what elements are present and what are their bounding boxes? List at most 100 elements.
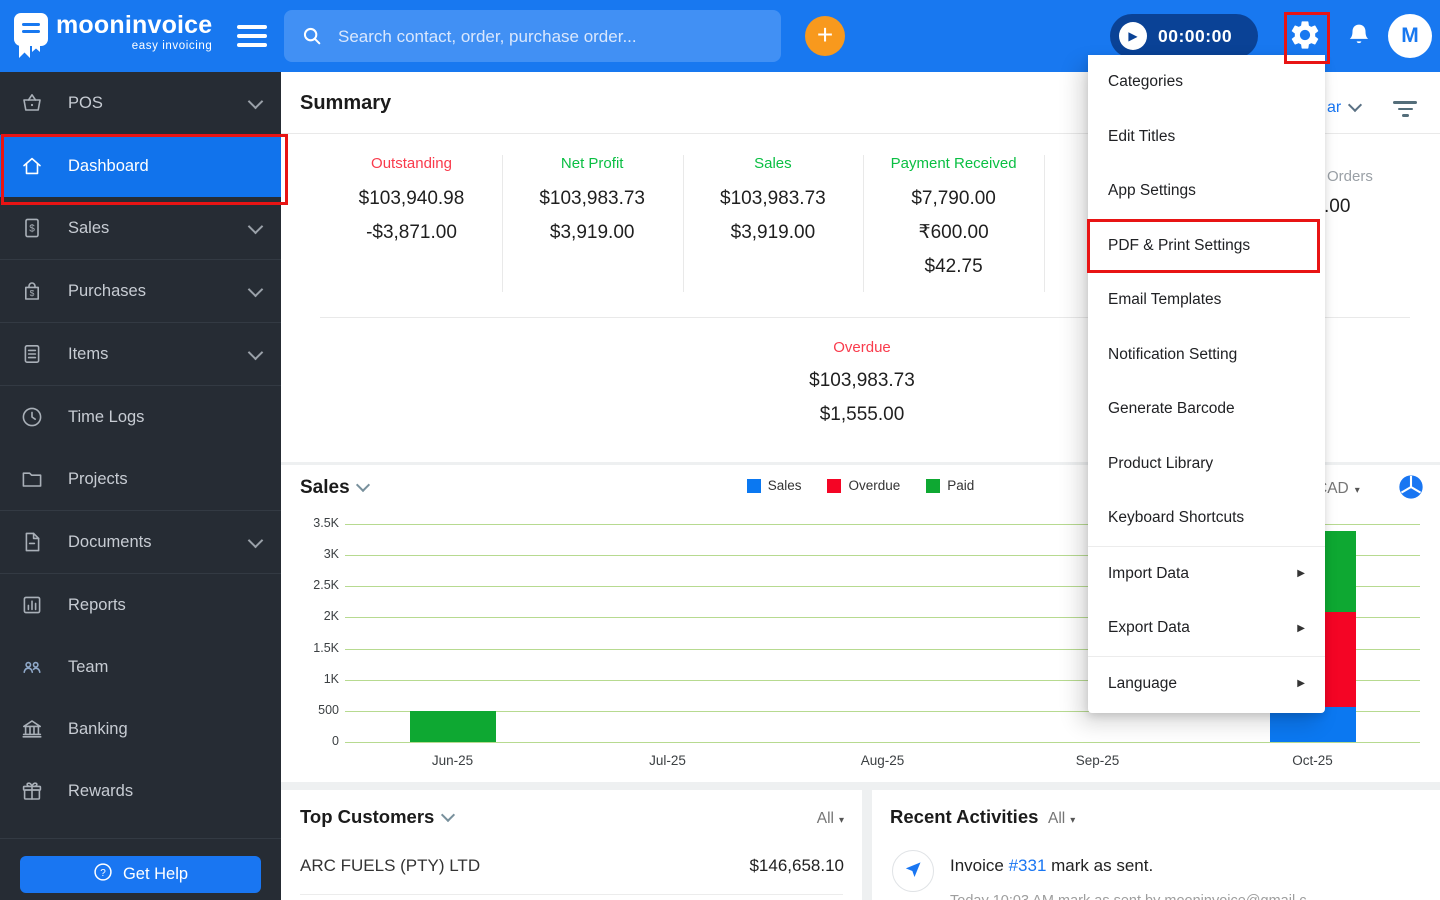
stat-value: $103,940.98 xyxy=(358,188,465,209)
sidebar-item-time-logs[interactable]: Time Logs xyxy=(0,386,281,448)
sidebar-item-rewards[interactable]: Rewards xyxy=(0,760,281,822)
stat-label: Sales xyxy=(754,155,792,172)
filter-icon[interactable] xyxy=(1393,101,1417,121)
x-axis-tick-label: Jun-25 xyxy=(431,753,474,768)
top-customers-title[interactable]: Top Customers xyxy=(300,806,456,828)
sidebar-item-items[interactable]: Items xyxy=(0,323,281,386)
hidden-stat-label-fragment: Orders xyxy=(1327,168,1373,185)
stat-value: -$3,871.00 xyxy=(366,222,457,243)
clock-icon xyxy=(20,405,44,429)
stat-label: Net Profit xyxy=(560,155,624,172)
menu-item-export-data[interactable]: Export Data ▶ xyxy=(1088,601,1325,656)
sidebar-item-label: Documents xyxy=(68,532,152,551)
invoice-link[interactable]: #331 xyxy=(1009,856,1047,875)
overdue-value: $1,555.00 xyxy=(819,404,905,425)
folder-icon xyxy=(20,467,44,491)
sidebar-item-dashboard[interactable]: Dashboard xyxy=(0,135,281,197)
menu-item-keyboard-shortcuts[interactable]: Keyboard Shortcuts xyxy=(1088,491,1325,546)
menu-item-label: PDF & Print Settings xyxy=(1108,236,1251,254)
settings-dropdown-menu: Categories Edit Titles App Settings PDF & P… xyxy=(1087,55,1325,713)
row-divider xyxy=(300,894,843,895)
summary-stat-net-profit: Net Profit $103,983.73 $3,919.00 xyxy=(502,155,683,250)
activities-filter-dropdown[interactable]: All ▾ xyxy=(1048,810,1075,828)
sidebar-item-label: Rewards xyxy=(68,781,134,800)
overdue-stat: Overdue $103,983.73 $1,555.00 xyxy=(712,339,1012,432)
sidebar-item-sales[interactable]: $ Sales xyxy=(0,197,281,260)
legend-label: Paid xyxy=(947,478,975,493)
menu-item-email-templates[interactable]: Email Templates xyxy=(1088,273,1325,328)
menu-item-label: Notification Setting xyxy=(1108,345,1238,363)
brand-wordmark[interactable]: mooninvoice easy invoicing xyxy=(56,13,212,53)
svg-text:?: ? xyxy=(100,868,106,879)
get-help-label: Get Help xyxy=(122,865,189,883)
x-axis-tick-label: Oct-25 xyxy=(1292,753,1333,768)
y-axis-tick-label: 2K xyxy=(323,609,339,624)
sidebar-item-projects[interactable]: Projects xyxy=(0,448,281,511)
sidebar-item-label: Items xyxy=(68,344,109,363)
stat-value: $103,983.73 xyxy=(720,188,826,209)
bar-Jun-25-paid[interactable] xyxy=(409,711,496,742)
settings-gear-icon[interactable] xyxy=(1288,18,1322,52)
summary-stat-payment-received: Payment Received $7,790.00 ₹600.00 $42.75 xyxy=(863,155,1044,284)
user-avatar[interactable]: M xyxy=(1388,14,1432,58)
stat-value: $3,919.00 xyxy=(549,222,635,243)
x-axis-tick-label: Sep-25 xyxy=(1075,753,1120,768)
app-root: mooninvoice easy invoicing + ▶ 00:00:00 xyxy=(0,0,1440,900)
sidebar-item-documents[interactable]: Documents xyxy=(0,511,281,574)
stat-value: $7,790.00 xyxy=(911,188,996,209)
gridline xyxy=(345,742,1420,743)
top-customers-panel: Top Customers All ▾ ARC FUELS (PTY) LTD $… xyxy=(281,790,862,900)
chevron-down-icon xyxy=(441,807,456,823)
shopping-bag-icon: $ xyxy=(20,279,44,303)
submenu-arrow-icon: ▶ xyxy=(1297,568,1305,580)
menu-item-label: Export Data xyxy=(1108,619,1190,637)
svg-text:$: $ xyxy=(29,223,35,234)
menu-item-generate-barcode[interactable]: Generate Barcode xyxy=(1088,382,1325,437)
hamburger-menu-icon[interactable] xyxy=(237,25,267,47)
paper-plane-icon xyxy=(903,859,923,884)
overdue-value: $103,983.73 xyxy=(809,370,915,391)
menu-item-app-settings[interactable]: App Settings xyxy=(1088,164,1325,219)
menu-item-notification-setting[interactable]: Notification Setting xyxy=(1088,328,1325,383)
timer-value: 00:00:00 xyxy=(1158,26,1233,46)
sidebar-navigation: POS Dashboard $ Sales $ Purchases Items Time Lo… xyxy=(0,72,281,900)
sidebar-item-team[interactable]: Team xyxy=(0,636,281,698)
get-help-button[interactable]: ? Get Help xyxy=(20,856,261,893)
sidebar-item-purchases[interactable]: $ Purchases xyxy=(0,260,281,323)
overdue-label: Overdue xyxy=(833,339,891,356)
menu-item-label: Edit Titles xyxy=(1108,127,1176,145)
stat-value: $3,919.00 xyxy=(730,222,816,243)
menu-item-label: Import Data xyxy=(1108,564,1189,582)
quick-add-button[interactable]: + xyxy=(805,16,845,56)
sidebar-item-pos[interactable]: POS xyxy=(0,72,281,135)
menu-item-language[interactable]: Language ▶ xyxy=(1088,657,1325,712)
home-icon xyxy=(20,154,44,178)
sidebar-item-reports[interactable]: Reports xyxy=(0,574,281,636)
global-search[interactable] xyxy=(284,10,781,64)
customers-filter-dropdown[interactable]: All ▾ xyxy=(817,810,844,828)
menu-item-edit-titles[interactable]: Edit Titles xyxy=(1088,110,1325,165)
menu-item-label: App Settings xyxy=(1108,182,1196,200)
menu-item-pdf-print-settings[interactable]: PDF & Print Settings xyxy=(1087,218,1325,274)
svg-text:$: $ xyxy=(30,288,35,298)
dropdown-arrow-icon: ▾ xyxy=(838,815,844,826)
notifications-bell-icon[interactable] xyxy=(1346,22,1372,51)
sidebar-item-banking[interactable]: Banking xyxy=(0,698,281,760)
menu-item-categories[interactable]: Categories xyxy=(1088,55,1325,110)
time-tracker-widget[interactable]: ▶ 00:00:00 xyxy=(1110,14,1258,58)
menu-item-import-data[interactable]: Import Data ▶ xyxy=(1088,547,1325,602)
customer-name[interactable]: ARC FUELS (PTY) LTD xyxy=(300,856,480,876)
period-selector[interactable]: ar xyxy=(1327,97,1363,117)
sidebar-item-label: Dashboard xyxy=(68,156,149,175)
chart-title-dropdown[interactable]: Sales xyxy=(300,477,370,499)
help-icon: ? xyxy=(93,862,113,887)
legend-item-overdue: Overdue xyxy=(827,478,900,493)
sidebar-item-label: Time Logs xyxy=(68,407,145,426)
menu-item-label: Product Library xyxy=(1108,454,1214,472)
pie-chart-toggle-icon[interactable] xyxy=(1397,473,1425,501)
y-axis-tick-label: 2.5K xyxy=(313,578,339,593)
play-icon[interactable]: ▶ xyxy=(1119,22,1147,50)
menu-item-product-library[interactable]: Product Library xyxy=(1088,437,1325,492)
search-input[interactable] xyxy=(336,10,760,64)
chevron-down-icon xyxy=(1348,97,1363,113)
